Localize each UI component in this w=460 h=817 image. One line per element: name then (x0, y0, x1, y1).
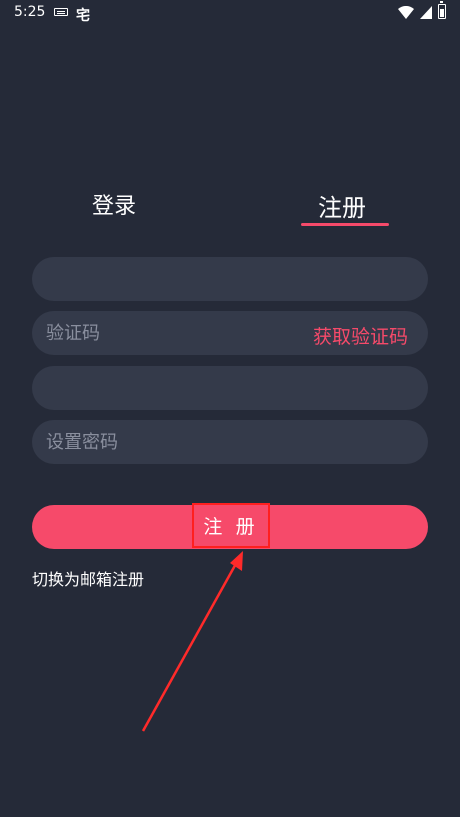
wifi-icon (398, 6, 414, 19)
signal-icon (420, 6, 432, 19)
keyboard-icon (54, 8, 68, 16)
register-button-label: 注 册 (192, 503, 270, 548)
phone-field[interactable] (32, 257, 428, 301)
status-bar: 5:25 宅 (0, 0, 460, 26)
verification-code-field[interactable]: 获取验证码 (32, 311, 428, 355)
app-notification-icon: 宅 (76, 8, 90, 24)
password-field[interactable] (32, 420, 428, 464)
tab-login[interactable]: 登录 (92, 188, 136, 220)
username-field[interactable] (32, 366, 428, 410)
get-code-button[interactable]: 获取验证码 (313, 322, 408, 349)
tab-register[interactable]: 注册 (318, 188, 366, 223)
active-tab-indicator (301, 223, 389, 226)
password-input[interactable] (32, 420, 428, 464)
register-screen: 5:25 宅 登录 注册 获取验证码 注 册 切换为邮箱注册 (0, 0, 460, 817)
phone-input[interactable] (32, 257, 428, 301)
username-input[interactable] (32, 366, 428, 410)
status-time: 5:25 (14, 4, 46, 20)
switch-to-email-link[interactable]: 切换为邮箱注册 (32, 566, 144, 590)
battery-icon (438, 1, 446, 19)
register-button[interactable]: 注 册 (32, 503, 428, 549)
